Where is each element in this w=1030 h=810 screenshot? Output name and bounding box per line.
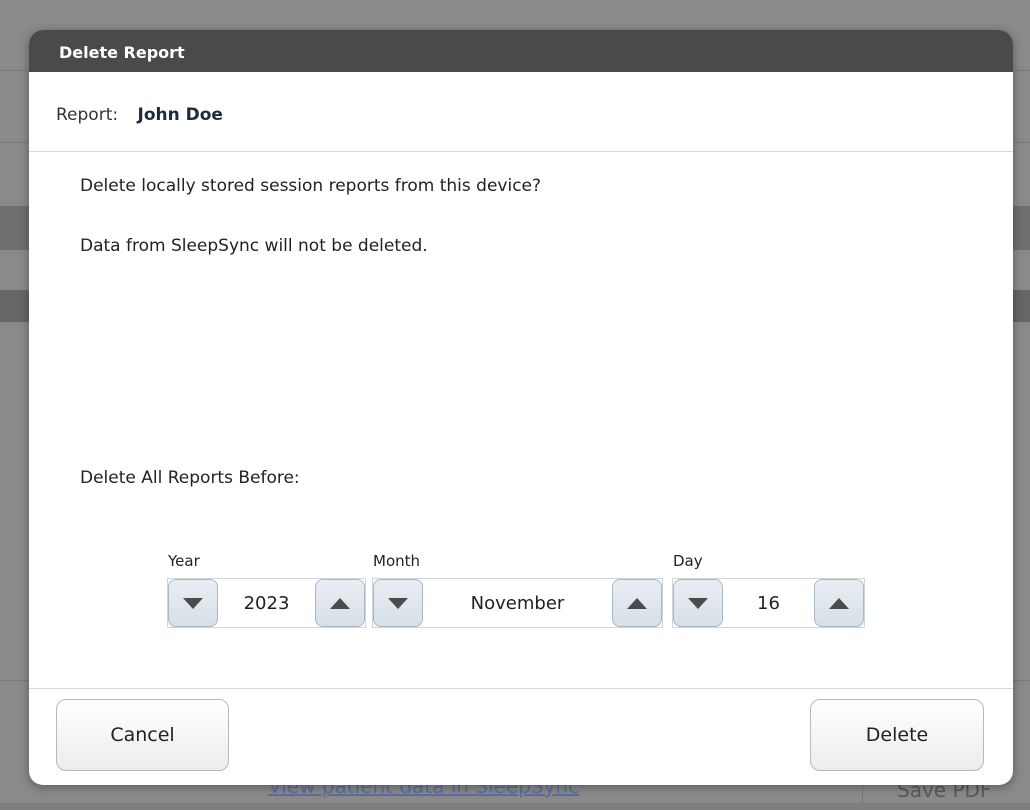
up-arrow-icon [829,597,849,609]
up-arrow-icon [627,597,647,609]
day-decrement-button[interactable] [673,579,723,627]
day-label: Day [673,552,703,570]
delete-report-dialog: Delete Report Report: John Doe Delete lo… [29,30,1013,785]
year-increment-button[interactable] [315,579,365,627]
year-value: 2023 [243,593,290,614]
day-value: 16 [757,593,780,614]
month-decrement-button[interactable] [373,579,423,627]
month-increment-button[interactable] [612,579,662,627]
report-row: Report: John Doe [29,72,1013,152]
year-spinner: 2023 [167,578,366,628]
sleepsync-note: Data from SleepSync will not be deleted. [80,236,428,256]
report-label: Report: [56,105,119,125]
dialog-title: Delete Report [29,30,1013,72]
day-spinner: 16 [672,578,865,628]
down-arrow-icon [388,597,408,609]
report-name: John Doe [137,105,223,125]
month-spinner: November [372,578,663,628]
down-arrow-icon [183,597,203,609]
month-label: Month [373,552,421,570]
dialog-footer: Cancel Delete [29,688,1013,785]
delete-message: Delete locally stored session reports fr… [80,176,542,196]
month-value: November [470,593,565,614]
delete-button[interactable]: Delete [810,699,984,771]
year-decrement-button[interactable] [168,579,218,627]
day-increment-button[interactable] [814,579,864,627]
cancel-button[interactable]: Cancel [56,699,229,771]
year-label: Year [168,552,200,570]
up-arrow-icon [330,597,350,609]
down-arrow-icon [688,597,708,609]
date-prompt: Delete All Reports Before: [80,468,300,488]
